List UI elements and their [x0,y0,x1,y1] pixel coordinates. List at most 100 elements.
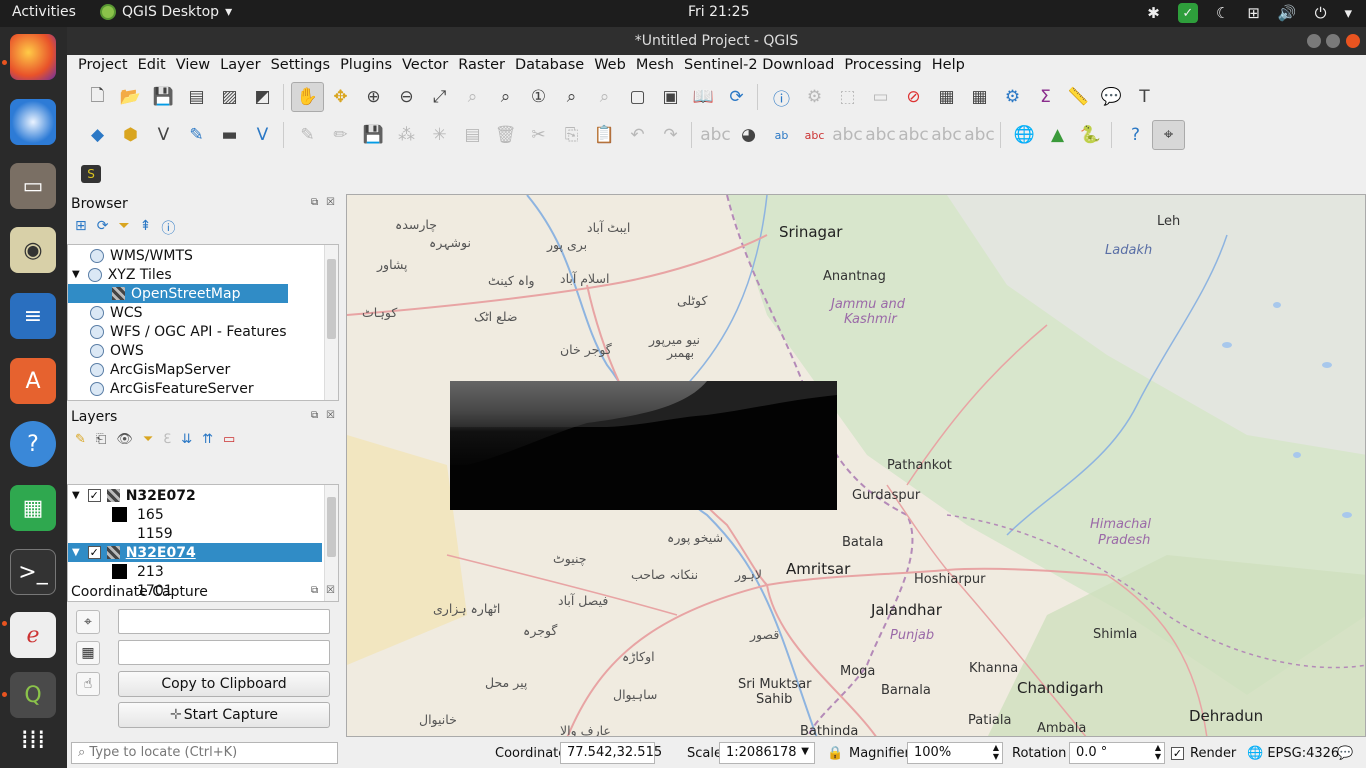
new-map-view-icon[interactable]: ▢ [621,82,654,112]
highlight-pinned-labels-icon[interactable]: ab [765,120,798,150]
chevron-down-icon[interactable]: ▼ [801,746,809,757]
copy-features-icon[interactable]: ⎘ [555,120,588,150]
browser-item[interactable]: WCS [90,303,143,322]
qgis-dock-icon[interactable]: Q [10,672,56,718]
sentinel2-globe-icon[interactable]: 🌐 [1008,120,1041,150]
minimize-button[interactable] [1307,34,1321,48]
python-console-icon[interactable]: 🐍 [1074,120,1107,150]
render-checkbox[interactable]: ✓ Render [1171,746,1236,761]
paste-features-icon[interactable]: 📋 [588,120,621,150]
new-temp-layer-icon[interactable]: ✎ [180,120,213,150]
remove-layer-icon[interactable]: ▭ [223,432,235,447]
menu-edit[interactable]: Edit [133,55,171,79]
files-icon[interactable]: ▭ [10,163,56,209]
pan-to-selection-icon[interactable]: ✥ [324,82,357,112]
expand-all-icon[interactable]: ⇊ [181,432,192,447]
close-button[interactable] [1346,34,1360,48]
crs-selector-icon[interactable]: ⌖ [76,610,100,634]
zoom-full-icon[interactable]: ⤢ [423,82,456,112]
zoom-out-icon[interactable]: ⊖ [390,82,423,112]
redo-icon[interactable]: ↷ [654,120,687,150]
chevron-down-icon[interactable]: ▾ [1344,4,1352,22]
menu-web[interactable]: Web [589,55,631,79]
start-capture-button[interactable]: ✛ Start Capture [118,702,330,728]
menu-database[interactable]: Database [510,55,589,79]
select-by-value-icon[interactable]: ▭ [864,82,897,112]
app-menu[interactable]: QGIS Desktop ▾ [100,4,232,20]
close-panel-icon[interactable]: ☒ [326,585,335,596]
action-icon[interactable]: ⚙ [798,82,831,112]
vertex-tool-icon[interactable]: ✳ [423,120,456,150]
messages-icon[interactable]: 💬 [1337,746,1353,761]
maximize-button[interactable] [1326,34,1340,48]
spatial-bookmarks-icon[interactable]: 📖 [687,82,720,112]
pan-icon[interactable]: ✋ [291,82,324,112]
zoom-native-icon[interactable]: ① [522,82,555,112]
layer-diagram-icon[interactable]: ◕ [732,120,765,150]
menu-vector[interactable]: Vector [397,55,453,79]
triangle-plugin-icon[interactable]: ▲ [1041,120,1074,150]
menu-layer[interactable]: Layer [215,55,265,79]
volume-icon[interactable]: 🔊 [1278,4,1297,22]
zoom-layer-icon[interactable]: ⌕ [489,82,522,112]
menu-view[interactable]: View [171,55,215,79]
float-panel-icon[interactable]: ⧉ [311,410,318,421]
float-panel-icon[interactable]: ⧉ [311,585,318,596]
update-ok-icon[interactable]: ✓ [1177,3,1198,23]
label-toolbar-icon[interactable]: abc [798,120,831,150]
rhythmbox-icon[interactable]: ◉ [10,227,56,273]
show-apps-icon[interactable]: ⁞⁞⁞ [10,717,56,763]
layer-visibility-checkbox[interactable]: ✓ [87,546,101,559]
browser-item[interactable]: ArcGisMapServer [90,360,230,379]
zoom-in-icon[interactable]: ⊕ [357,82,390,112]
rotate-label-icon[interactable]: abc [930,120,963,150]
copy-to-clipboard-button[interactable]: Copy to Clipboard [118,671,330,697]
activities-button[interactable]: Activities [12,4,76,20]
collapse-all-icon[interactable]: ⇈ [202,432,213,447]
help-contents-icon[interactable]: ? [1119,120,1152,150]
calc-icon[interactable]: ▦ [10,485,56,531]
menu-sentinel2[interactable]: Sentinel-2 Download [679,55,839,79]
new-3d-map-icon[interactable]: ▣ [654,82,687,112]
terminal-icon[interactable]: >_ [10,549,56,595]
manage-visibility-icon[interactable]: 👁 [116,432,133,447]
collapse-arrow-icon[interactable]: ▼ [72,547,80,558]
modify-attributes-icon[interactable]: ▤ [456,120,489,150]
menu-raster[interactable]: Raster [453,55,510,79]
clock[interactable]: Fri 21:25 [688,4,749,20]
map-canvas[interactable]: Srinagar Leh Ladakh Anantnag Jammu and K… [346,194,1366,737]
measure-icon[interactable]: 📏 [1062,82,1095,112]
spin-arrows-icon[interactable]: ▲ ▼ [1155,743,1161,761]
filter-legend-icon[interactable]: ⏷ [143,432,153,447]
refresh-icon[interactable]: ⟳ [97,218,109,238]
menu-processing[interactable]: Processing [839,55,926,79]
scale-combobox[interactable]: 1:2086178 ▼ [719,742,815,764]
cut-features-icon[interactable]: ✂ [522,120,555,150]
add-feature-icon[interactable]: ⁂ [390,120,423,150]
coordinate-field-2[interactable] [118,640,330,665]
slack-icon[interactable]: ✱ [1147,4,1160,22]
coordinate-capture-tool-icon[interactable]: ⌖ [1152,120,1185,150]
change-label-icon[interactable]: abc [963,120,996,150]
add-group-icon[interactable]: ⎗ [96,432,106,447]
select-features-icon[interactable]: ⬚ [831,82,864,112]
open-project-icon[interactable]: 📂 [114,82,147,112]
grid-crs-icon[interactable]: ▦ [76,641,100,665]
layer-visibility-checkbox[interactable]: ✓ [87,489,101,502]
browser-item[interactable]: WMS/WMTS [90,246,193,265]
move-label-icon[interactable]: abc [897,120,930,150]
network-icon[interactable]: ⊞ [1247,4,1260,22]
pin-labels-icon[interactable]: abc [831,120,864,150]
float-panel-icon[interactable]: ⧉ [311,197,318,208]
undo-icon[interactable]: ↶ [621,120,654,150]
toggle-editing-icon[interactable]: ✏ [324,120,357,150]
new-geopackage-icon[interactable]: ⬢ [114,120,147,150]
power-icon[interactable]: ⏻ [1315,4,1327,22]
text-annotation-icon[interactable]: T [1128,82,1161,112]
night-light-icon[interactable]: ☾ [1216,4,1229,22]
spin-arrows-icon[interactable]: ▲ ▼ [993,743,999,761]
current-edits-icon[interactable]: ✎ [291,120,324,150]
new-print-layout-icon[interactable]: ▤ [180,82,213,112]
track-mouse-icon[interactable]: ☝ [76,672,100,696]
layer-row-selected[interactable]: ▼ ✓ N32E074 [68,543,322,562]
